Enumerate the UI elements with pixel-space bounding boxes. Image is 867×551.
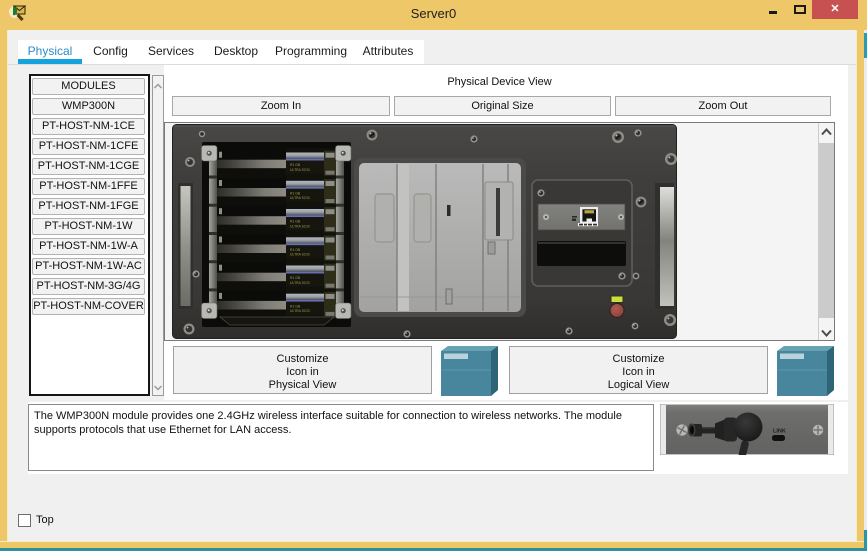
svg-text:R1 GB: R1 GB [290,276,301,280]
svg-text:R1 GB: R1 GB [290,192,301,196]
svg-text:ULTRA SCSI: ULTRA SCSI [290,281,310,285]
svg-text:R1 GB: R1 GB [290,304,301,308]
svg-text:R1 GB: R1 GB [290,163,301,167]
svg-text:ULTRA SCSI: ULTRA SCSI [290,196,310,200]
svg-text:R1 GB: R1 GB [290,220,301,224]
svg-text:ULTRA SCSI: ULTRA SCSI [290,253,310,257]
svg-text:LINK: LINK [773,429,786,435]
svg-text:ULTRA SCSI: ULTRA SCSI [290,309,310,313]
svg-text:R1 GB: R1 GB [290,248,301,252]
svg-text:ULTRA SCSI: ULTRA SCSI [290,168,310,172]
svg-text:ULTRA SCSI: ULTRA SCSI [290,224,310,228]
